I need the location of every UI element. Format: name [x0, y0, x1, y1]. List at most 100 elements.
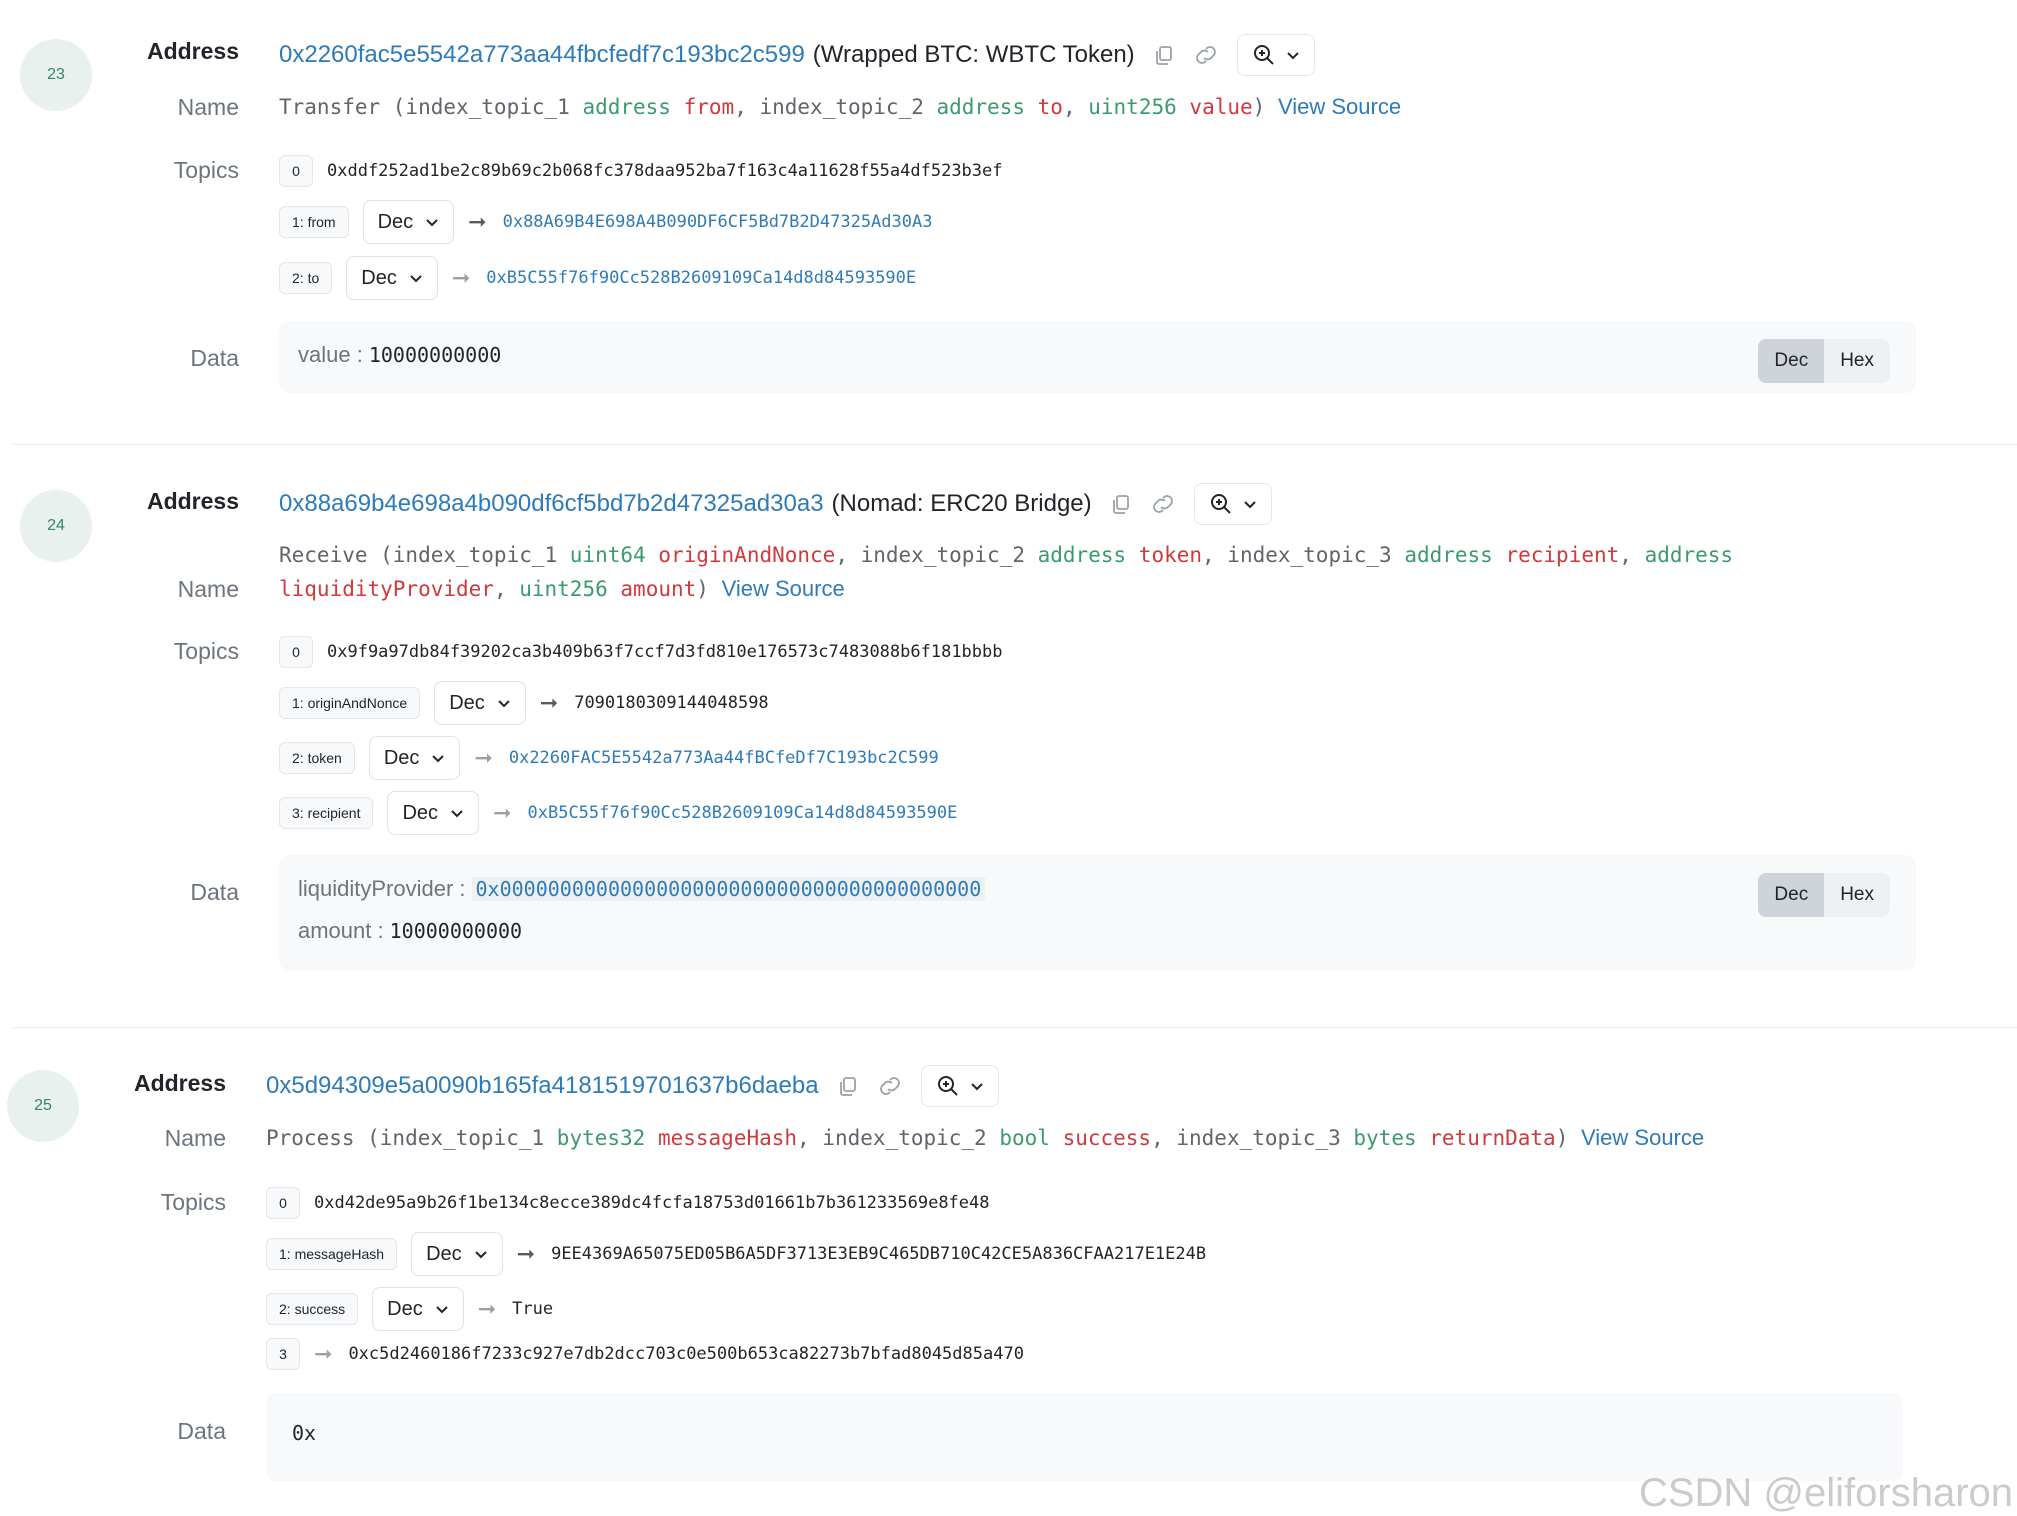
address-label: Address: [133, 1070, 226, 1096]
topic-row-2: 2: to Dec ➞ 0xB5C55f76f90Cc528B2609109Ca…: [279, 256, 916, 300]
data-label: Data: [190, 879, 239, 905]
arrow-right-icon: ➞: [314, 1341, 333, 1367]
name-label: Name: [177, 94, 239, 120]
topic-row-3: 3 ➞ 0xc5d2460186f7233c927e7db2dcc703c0e5…: [266, 1338, 1024, 1370]
topic-name-badge: 1: messageHash: [266, 1238, 398, 1270]
topic-index-badge: 3: [266, 1338, 300, 1370]
topic-row-3: 3: recipient Dec ➞ 0xB5C55f76f90Cc528B26…: [279, 791, 957, 835]
copy-icon[interactable]: [1108, 491, 1134, 517]
arrow-right-icon: ➞: [477, 1296, 497, 1322]
name-label: Name: [177, 576, 239, 602]
log-entry-24: 24 Address 0x88a69b4e698a4b090df6cf5bd7b…: [13, 445, 2017, 1028]
topic-value: 0xddf252ad1be2c89b69c2b068fc378daa952ba7…: [327, 161, 1003, 181]
topic-name-badge: 2: token: [279, 742, 355, 774]
data-field: 0x: [292, 1421, 317, 1445]
topic-value: 0xc5d2460186f7233c927e7db2dcc703c0e500b6…: [348, 1344, 1024, 1364]
topic-decoded-value[interactable]: 0xB5C55f76f90Cc528B2609109Ca14d8d8459359…: [486, 268, 916, 288]
copy-icon[interactable]: [835, 1073, 861, 1099]
topics-label: Topics: [160, 1189, 226, 1215]
arrow-right-icon: ➞: [468, 209, 487, 235]
arrow-right-icon: ➞: [516, 1241, 536, 1267]
arrow-right-icon: ➞: [493, 800, 512, 826]
format-select[interactable]: Dec: [346, 256, 438, 300]
format-select[interactable]: Dec: [434, 681, 526, 725]
topic-row-2: 2: success Dec ➞ True: [266, 1287, 553, 1331]
name-label: Name: [164, 1125, 226, 1151]
log-index-badge: 23: [20, 39, 92, 111]
chevron-down-icon: [432, 755, 445, 763]
topic-row-0: 0 0x9f9a97db84f39202ca3b409b63f7ccf7d3fd…: [279, 636, 1003, 668]
topic-row-1: 1: messageHash Dec ➞ 9EE4369A65075ED05B6…: [266, 1232, 1206, 1276]
event-signature: Process (index_topic_1 bytes32 messageHa…: [266, 1125, 1705, 1150]
data-label: Data: [190, 345, 239, 371]
chevron-down-icon: [436, 1306, 448, 1314]
topic-index-badge: 0: [266, 1187, 300, 1219]
zoom-in-icon: [1210, 494, 1231, 514]
chevron-down-icon: [1286, 52, 1299, 60]
dec-toggle-button[interactable]: Dec: [1758, 873, 1825, 917]
topic-name-badge: 3: recipient: [279, 797, 374, 829]
chevron-down-icon: [410, 275, 422, 283]
topic-row-0: 0 0xd42de95a9b26f1be134c8ecce389dc4fcfa1…: [266, 1187, 990, 1219]
topic-name-badge: 2: success: [266, 1293, 359, 1325]
zoom-dropdown-button[interactable]: [1236, 34, 1315, 76]
view-source-link[interactable]: View Source: [1581, 1125, 1704, 1150]
log-index-badge: 24: [20, 490, 92, 562]
format-select[interactable]: Dec: [372, 1287, 464, 1331]
topic-name-badge: 2: to: [279, 262, 333, 294]
topics-label: Topics: [173, 157, 239, 183]
zoom-dropdown-button[interactable]: [1193, 483, 1272, 525]
link-icon[interactable]: [1150, 491, 1176, 517]
format-select[interactable]: Dec: [387, 791, 480, 835]
chevron-down-icon: [451, 810, 463, 818]
format-select[interactable]: Dec: [411, 1232, 503, 1276]
topic-value: 0xd42de95a9b26f1be134c8ecce389dc4fcfa187…: [314, 1193, 990, 1213]
copy-icon[interactable]: [1151, 42, 1177, 68]
data-field: liquidityProvider :0x0000000000000000000…: [298, 876, 986, 902]
data-box: value :10000000000 Dec Hex: [279, 321, 1916, 393]
zoom-in-icon: [1253, 45, 1274, 65]
topic-row-1: 1: from Dec ➞ 0x88A69B4E698A4B090DF6CF5B…: [279, 200, 932, 244]
address-label: Address: [146, 38, 239, 64]
view-source-link[interactable]: View Source: [722, 576, 845, 601]
topics-label: Topics: [173, 638, 239, 664]
event-signature: Receive (index_topic_1 uint64 originAndN…: [279, 543, 1734, 601]
topic-decoded-value: 7090180309144048598: [574, 693, 769, 713]
chevron-down-icon: [426, 219, 438, 227]
topic-decoded-value[interactable]: 0x88A69B4E698A4B090DF6CF5Bd7B2D47325Ad30…: [503, 212, 933, 232]
topic-decoded-value: True: [512, 1299, 554, 1319]
format-select[interactable]: Dec: [362, 200, 455, 244]
dec-hex-toggle: Dec Hex: [1758, 873, 1890, 917]
topic-index-badge: 0: [279, 155, 313, 187]
address-link[interactable]: 0x2260fac5e5542a773aa44fbcfedf7c193bc2c5…: [279, 41, 805, 69]
event-signature: Transfer (index_topic_1 address from, in…: [279, 94, 1402, 119]
data-box: 0x: [266, 1393, 1903, 1481]
topic-decoded-value[interactable]: 0x2260FAC5E5542a773Aa44fBCfeDf7C193bc2C5…: [509, 748, 939, 768]
address-row: 0x5d94309e5a0090b165fa4181519701637b6dae…: [266, 1065, 999, 1107]
chevron-down-icon: [1243, 501, 1256, 509]
hex-toggle-button[interactable]: Hex: [1824, 873, 1890, 917]
zoom-in-icon: [937, 1076, 958, 1096]
data-field: amount :10000000000: [298, 918, 523, 943]
topic-name-badge: 1: from: [279, 206, 349, 238]
link-icon[interactable]: [877, 1073, 903, 1099]
arrow-right-icon: ➞: [474, 745, 493, 771]
dec-toggle-button[interactable]: Dec: [1758, 339, 1825, 383]
arrow-right-icon: ➞: [451, 265, 471, 291]
zoom-dropdown-button[interactable]: [920, 1065, 999, 1107]
data-box: liquidityProvider :0x0000000000000000000…: [279, 855, 1916, 970]
topic-decoded-value[interactable]: 0xB5C55f76f90Cc528B2609109Ca14d8d8459359…: [528, 803, 958, 823]
address-link[interactable]: 0x5d94309e5a0090b165fa4181519701637b6dae…: [266, 1072, 819, 1100]
log-index-badge: 25: [7, 1070, 79, 1142]
topic-decoded-value: 9EE4369A65075ED05B6A5DF3713E3EB9C465DB71…: [551, 1244, 1207, 1264]
topic-name-badge: 1: originAndNonce: [279, 687, 421, 719]
address-tag: (Nomad: ERC20 Bridge): [831, 490, 1092, 517]
link-icon[interactable]: [1193, 42, 1219, 68]
format-select[interactable]: Dec: [368, 736, 461, 780]
view-source-link[interactable]: View Source: [1278, 94, 1401, 119]
hex-toggle-button[interactable]: Hex: [1824, 339, 1890, 383]
arrow-right-icon: ➞: [539, 690, 559, 716]
chevron-down-icon: [970, 1083, 983, 1091]
address-link[interactable]: 0x88a69b4e698a4b090df6cf5bd7b2d47325ad30…: [279, 490, 824, 518]
topic-row-0: 0 0xddf252ad1be2c89b69c2b068fc378daa952b…: [279, 155, 1003, 187]
